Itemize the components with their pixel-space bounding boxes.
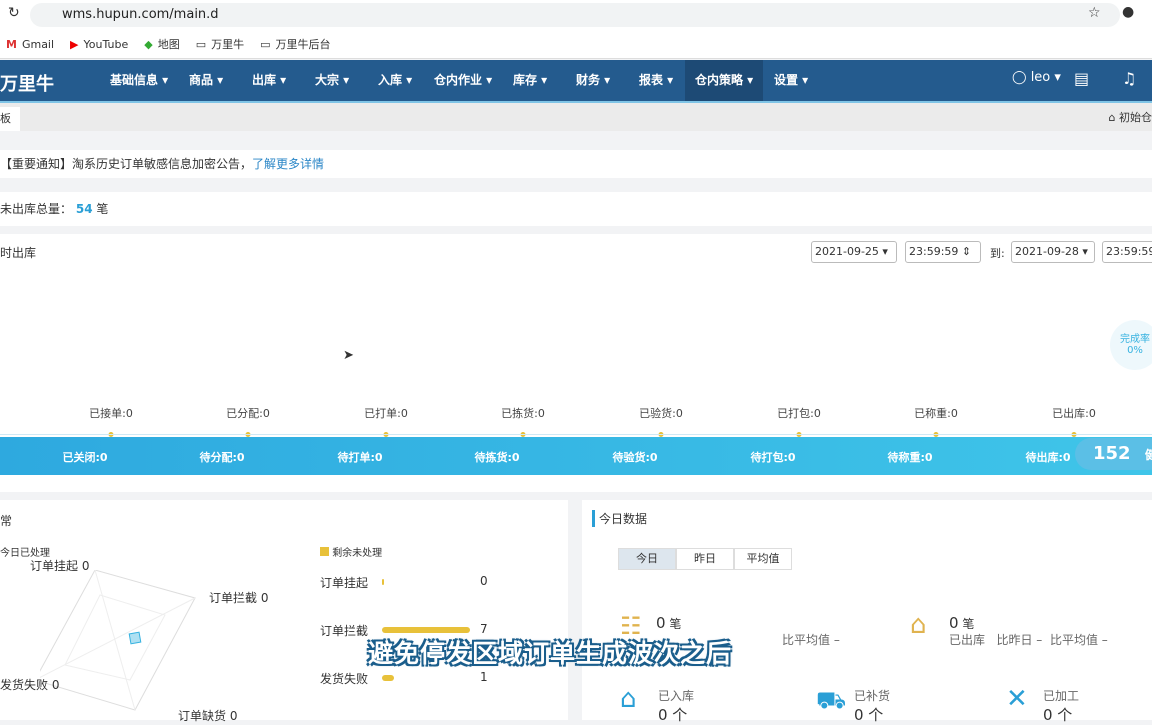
stat-compare: 比平均值 – [782, 633, 840, 647]
stage-done-label: 已分配:0 [226, 407, 270, 420]
calculator-icon[interactable]: ▤ [1074, 69, 1089, 88]
card-title: 今日数据 [592, 510, 647, 527]
pending-total: 未出库总量： 54 笔 [0, 192, 1152, 226]
stage-done-label: 已接单:0 [89, 407, 133, 420]
main-nav: 万里牛 基础信息 ▾ 商品 ▾ 出库 ▾ 大宗 ▾ 入库 ▾ 仓内作业 ▾ 库存 ▾ 财务 ▾… [0, 60, 1152, 103]
bookmarks-bar: M Gmail ▶ YouTube ◆ 地图 ▭ 万里牛 ▭ 万里牛后台 [0, 30, 1152, 59]
nav-item[interactable]: 仓内策略 ▾ [685, 60, 764, 101]
stat-processed: 已加工 0 个 [1043, 689, 1080, 724]
date-from-select[interactable]: 2021-09-25 ▾ [811, 241, 897, 263]
stage-pending-label[interactable]: 待打包:0 [750, 449, 795, 465]
nav-item[interactable]: 出库 ▾ [242, 60, 296, 101]
address-bar[interactable]: wms.hupun.com/main.d [30, 3, 1120, 27]
nav-item[interactable]: 大宗 ▾ [305, 60, 359, 101]
bookmark-maps[interactable]: ◆ 地图 [144, 36, 179, 52]
stage-done-label: 已验货:0 [639, 407, 683, 420]
stage-pending-label[interactable]: 待拣货:0 [474, 449, 519, 465]
radar-label: 订单挂起 0 [30, 559, 90, 573]
exception-bar [382, 675, 395, 681]
exception-bar [382, 579, 384, 585]
cart-icon: ⛟ [816, 686, 847, 714]
warehouse-out-icon: ⌂ [910, 610, 927, 640]
mouse-cursor-icon: ➤ [343, 348, 354, 363]
stage-done-label: 已打包:0 [777, 407, 821, 420]
exception-row-value: 1 [480, 670, 488, 684]
pending-stage-band: 已关闭:0 待分配:0 待打单:0 待拣货:0 待验货:0 待打包:0 待称重:0 待出库:0 [0, 437, 1152, 475]
completion-rate: 完成率 0% [1110, 320, 1152, 370]
nav-item[interactable]: 设置 ▾ [764, 60, 818, 101]
radar-label: 发货失败 0 [0, 678, 60, 692]
notice-bar: 【重要通知】淘系历史订单敏感信息加密公告，了解更多详情 [0, 150, 1152, 178]
bookmark-folder[interactable]: ▭ 万里牛 [196, 36, 244, 52]
stage-line [0, 434, 1152, 435]
stage-pending-label[interactable]: 待验货:0 [612, 449, 657, 465]
today-data-card: 今日数据 今日 昨日 平均值 ☷ 0 笔 比平均值 – ⌂ 0 笔 已出库 比昨… [582, 500, 1152, 724]
stage-pending-label[interactable]: 待出库:0 [1025, 449, 1070, 465]
tab-bar: 板 ⌂ 初始仓 [0, 103, 1152, 131]
exception-row-label: 发货失败 [320, 672, 369, 686]
radar-label: 订单拦截 0 [209, 591, 269, 605]
stat-outbound: 0 笔 [949, 614, 975, 632]
warehouse-in-icon: ⌂ [620, 684, 637, 714]
segment-average[interactable]: 平均值 [734, 548, 792, 570]
radar-chart [40, 570, 196, 711]
stage-done-label: 已打单:0 [364, 407, 408, 420]
video-subtitle: 避免停发区域订单生成波次之后 [368, 639, 733, 668]
nav-item[interactable]: 商品 ▾ [179, 60, 233, 101]
stage-done-label: 已称重:0 [914, 407, 958, 420]
nav-item[interactable]: 仓内作业 ▾ [424, 60, 502, 101]
segment-yesterday[interactable]: 昨日 [676, 548, 734, 570]
star-icon[interactable]: ☆ [1088, 5, 1101, 21]
exception-row-value: 0 [480, 574, 488, 588]
radar-label: 订单缺货 0 [178, 709, 238, 723]
panel-title: 时出库 [0, 246, 37, 260]
card-title: 常 [0, 514, 13, 528]
legend-remaining: 剩余未处理 [320, 544, 382, 559]
exception-bar [382, 627, 470, 633]
notice-link[interactable]: 了解更多详情 [252, 157, 324, 171]
to-label: 到: [990, 247, 1005, 260]
nav-item[interactable]: 入库 ▾ [368, 60, 422, 101]
bookmark-gmail[interactable]: M Gmail [6, 38, 54, 51]
time-from-input[interactable]: 23:59:59 ⇕ [905, 241, 981, 263]
stage-done-label: 已出库:0 [1052, 407, 1096, 420]
tab-dashboard[interactable]: 板 [0, 107, 20, 131]
url-text: wms.hupun.com/main.d [62, 7, 219, 22]
stat-outbound-compare: 已出库 比昨日 – 比平均值 – [949, 633, 1108, 647]
exception-card: 常 今日已处理 剩余未处理 订单挂起 0 订单拦截 0 发货失败 0 订单缺货 … [0, 500, 568, 723]
browser-toolbar: ↻ wms.hupun.com/main.d ☆ ● [0, 0, 1152, 30]
stat-orders: 0 笔 [656, 614, 682, 632]
stage-pending-label[interactable]: 待打单:0 [337, 449, 382, 465]
stat-inbound: 已入库 0 个 [658, 689, 695, 724]
tools-icon: ✕ [1006, 684, 1028, 714]
total-count-badge[interactable]: 152 健 [1075, 438, 1152, 470]
initial-warehouse-link[interactable]: ⌂ 初始仓 [1109, 109, 1152, 125]
time-to-input[interactable]: 23:59:59 [1102, 241, 1152, 263]
headset-icon[interactable]: ♫ [1122, 69, 1136, 88]
logo: 万里牛 [0, 74, 54, 95]
segment-today[interactable]: 今日 [618, 548, 676, 570]
bookmark-folder[interactable]: ▭ 万里牛后台 [260, 36, 330, 52]
reload-icon[interactable]: ↻ [8, 5, 20, 21]
bookmark-youtube[interactable]: ▶ YouTube [70, 38, 128, 51]
nav-item[interactable]: 库存 ▾ [503, 60, 557, 101]
stage-pending-label[interactable]: 已关闭:0 [62, 449, 107, 465]
date-to-select[interactable]: 2021-09-28 ▾ [1011, 241, 1095, 263]
stage-pending-label[interactable]: 待分配:0 [199, 449, 244, 465]
nav-item[interactable]: 报表 ▾ [629, 60, 683, 101]
exception-row-label: 订单挂起 [320, 576, 369, 590]
nav-item[interactable]: 财务 ▾ [566, 60, 620, 101]
profile-icon[interactable]: ● [1122, 4, 1134, 20]
stat-replenish: 已补货 0 个 [854, 689, 891, 724]
user-menu[interactable]: ◯ leo ▾ [1012, 70, 1061, 85]
nav-item[interactable]: 基础信息 ▾ [100, 60, 178, 101]
stage-done-label: 已拣货:0 [501, 407, 545, 420]
stage-pending-label[interactable]: 待称重:0 [887, 449, 932, 465]
exception-row-label: 订单拦截 [320, 624, 369, 638]
